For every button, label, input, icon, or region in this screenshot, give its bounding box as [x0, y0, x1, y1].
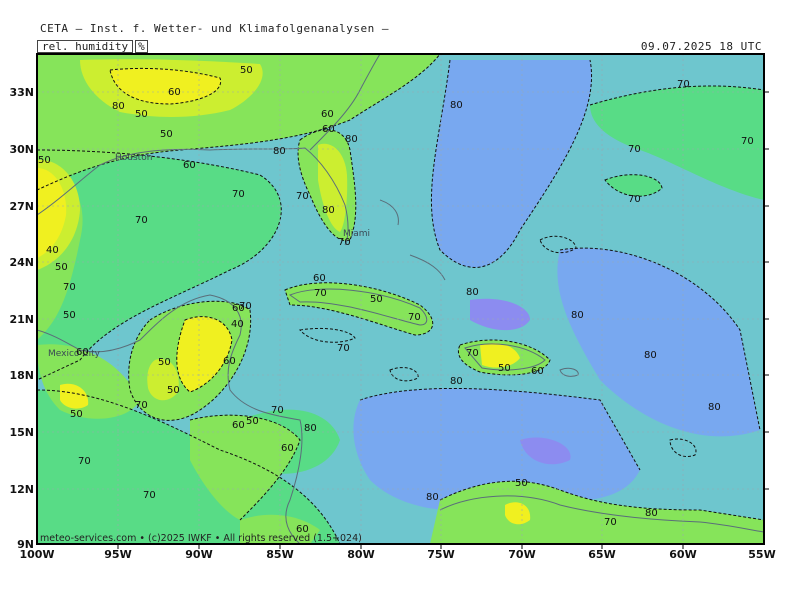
- lat-label: 18N: [9, 369, 34, 382]
- contour-label: 70: [677, 79, 690, 90]
- contour-label: 70: [338, 237, 351, 248]
- contour-label: 70: [466, 348, 479, 359]
- contour-label: 70: [135, 215, 148, 226]
- contour-label: 80: [345, 134, 358, 145]
- lat-label: 15N: [9, 426, 34, 439]
- contour-label: 60: [322, 124, 335, 135]
- contour-label: 50: [158, 357, 171, 368]
- contour-label: 80: [322, 205, 335, 216]
- contour-label: 80: [644, 350, 657, 361]
- contour-label: 80: [450, 100, 463, 111]
- contour-label: 80: [571, 310, 584, 321]
- lat-label: 27N: [9, 200, 34, 213]
- contour-label: 70: [143, 490, 156, 501]
- contour-label: 60: [313, 273, 326, 284]
- contour-label: 40: [231, 319, 244, 330]
- contour-label: 80: [708, 402, 721, 413]
- contour-label: 60: [281, 443, 294, 454]
- lat-label: 21N: [9, 313, 34, 326]
- lon-label: 80W: [347, 548, 374, 561]
- lon-label: 65W: [588, 548, 615, 561]
- contour-label: 50: [63, 310, 76, 321]
- contour-label: 70: [135, 400, 148, 411]
- contour-label: 70: [63, 282, 76, 293]
- lon-label: 55W: [748, 548, 775, 561]
- lon-label: 95W: [104, 548, 131, 561]
- latitude-labels: 33N 30N 27N 24N 21N 18N 15N 12N 9N: [9, 86, 34, 551]
- lon-label: 70W: [508, 548, 535, 561]
- contour-label: 70: [314, 288, 327, 299]
- longitude-labels: 100W 95W 90W 85W 80W 75W 70W 65W 60W 55W: [19, 548, 775, 561]
- lat-label: 9N: [17, 538, 34, 551]
- lon-label: 90W: [185, 548, 212, 561]
- lon-label: 75W: [427, 548, 454, 561]
- lat-label: 30N: [9, 143, 34, 156]
- contour-label: 80: [645, 508, 658, 519]
- contour-label: 80: [426, 492, 439, 503]
- lat-label: 33N: [9, 86, 34, 99]
- contour-label: 80: [466, 287, 479, 298]
- humidity-map: Houston Miami Mexico City 50 80 50 50 60…: [9, 53, 776, 561]
- contour-label: 60: [223, 356, 236, 367]
- contour-label: 70: [78, 456, 91, 467]
- contour-label: 50: [515, 478, 528, 489]
- contour-label: 50: [38, 155, 51, 166]
- contour-label: 70: [232, 189, 245, 200]
- contour-label: 60: [321, 109, 334, 120]
- contour-label: 60: [168, 87, 181, 98]
- contour-label: 50: [135, 109, 148, 120]
- city-label-mexico-city: Mexico City: [48, 349, 101, 359]
- lon-label: 60W: [669, 548, 696, 561]
- contour-label: 50: [70, 409, 83, 420]
- map-field: [37, 54, 764, 544]
- contour-label: 60: [76, 347, 89, 358]
- lat-label: 24N: [9, 256, 34, 269]
- contour-label: 70: [628, 194, 641, 205]
- contour-label: 70: [337, 343, 350, 354]
- contour-label: 60: [232, 420, 245, 431]
- contour-label: 70: [296, 191, 309, 202]
- contour-label: 60: [183, 160, 196, 171]
- contour-label: 50: [246, 416, 259, 427]
- contour-label: 50: [370, 294, 383, 305]
- lat-label: 12N: [9, 483, 34, 496]
- lon-label: 85W: [266, 548, 293, 561]
- contour-label: 50: [167, 385, 180, 396]
- contour-label: 80: [273, 146, 286, 157]
- contour-label: 70: [628, 144, 641, 155]
- contour-label: 50: [160, 129, 173, 140]
- contour-label: 80: [304, 423, 317, 434]
- contour-label: 50: [240, 65, 253, 76]
- contour-label: 80: [450, 376, 463, 387]
- contour-label: 80: [112, 101, 125, 112]
- copyright-credit: meteo-services.com • (c)2025 IWKF • All …: [40, 533, 362, 544]
- contour-label: 70: [239, 301, 252, 312]
- contour-label: 70: [604, 517, 617, 528]
- contour-label: 50: [498, 363, 511, 374]
- contour-label: 60: [531, 366, 544, 377]
- contour-label: 70: [408, 312, 421, 323]
- contour-label: 70: [271, 405, 284, 416]
- city-label-houston: Houston: [115, 153, 152, 163]
- contour-label: 40: [46, 245, 59, 256]
- contour-label: 50: [55, 262, 68, 273]
- contour-label: 70: [741, 136, 754, 147]
